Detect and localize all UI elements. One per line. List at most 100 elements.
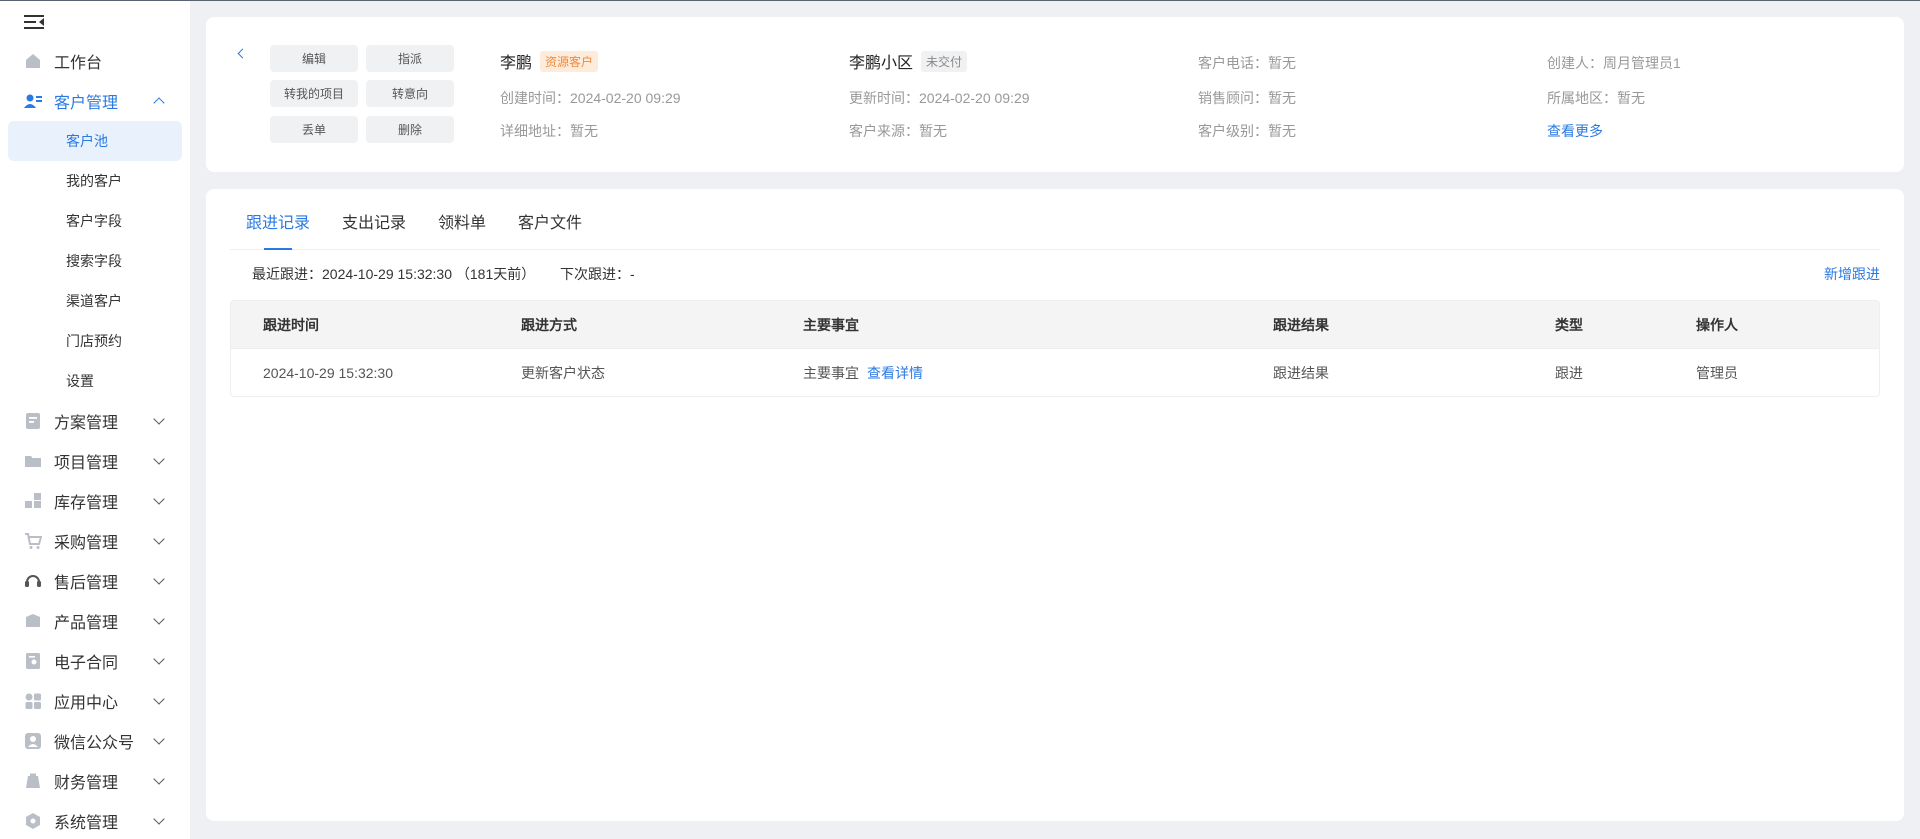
follow-result-cell: 跟进结果 bbox=[1273, 364, 1329, 381]
created-time: 创建时间：2024-02-20 09:29 bbox=[500, 90, 681, 106]
sidebar-subitem-label: 客户池 bbox=[66, 133, 108, 149]
sidebar-item-label: 客户管理 bbox=[54, 95, 119, 112]
delete-button[interactable]: 删除 bbox=[366, 116, 454, 143]
add-follow-button[interactable]: 新增跟进 bbox=[1824, 264, 1880, 284]
sidebar-item-label: 采购管理 bbox=[54, 535, 119, 552]
customer-name-line: 李鹏 资源客户 bbox=[500, 49, 599, 73]
wechat-icon bbox=[24, 732, 42, 750]
sidebar-subitem-my-customers[interactable]: 我的客户 bbox=[8, 161, 182, 201]
column-header: 操作人 bbox=[1696, 316, 1738, 333]
sales-advisor: 销售顾问：暂无 bbox=[1198, 90, 1296, 106]
follow-time-cell: 2024-10-29 15:32:30 bbox=[263, 364, 393, 381]
follow-records-card: 跟进记录 支出记录 领料单 客户文件 最近跟进：2024-10-29 15:32… bbox=[206, 189, 1904, 821]
view-detail-link[interactable]: 查看详情 bbox=[867, 363, 923, 383]
sidebar-subitem-channel-customers[interactable]: 渠道客户 bbox=[8, 281, 182, 321]
chevron-down-icon bbox=[154, 536, 164, 546]
sidebar-item-label: 系统管理 bbox=[54, 815, 119, 832]
sidebar-item-label: 财务管理 bbox=[54, 775, 119, 792]
customer-phone: 客户电话：暂无 bbox=[1198, 55, 1296, 71]
follow-method-cell: 更新客户状态 bbox=[521, 364, 605, 381]
cart-icon bbox=[24, 532, 42, 550]
inventory-icon bbox=[24, 492, 42, 510]
sidebar-item-label: 项目管理 bbox=[54, 455, 119, 472]
sidebar-item-project-mgmt[interactable]: 项目管理 bbox=[8, 441, 182, 481]
main-matter-cell: 主要事宜 查看详情 bbox=[803, 349, 923, 396]
chevron-down-icon bbox=[154, 776, 164, 786]
next-follow: 下次跟进：- bbox=[560, 266, 635, 282]
tab-expense-records[interactable]: 支出记录 bbox=[342, 209, 406, 233]
settings-icon bbox=[24, 812, 42, 830]
back-chevron-icon[interactable] bbox=[236, 49, 246, 59]
sidebar-item-label: 微信公众号 bbox=[54, 735, 135, 752]
chevron-down-icon bbox=[154, 416, 164, 426]
tabs-divider bbox=[230, 249, 1880, 250]
chevron-down-icon bbox=[154, 816, 164, 826]
sidebar-item-e-contract[interactable]: 电子合同 bbox=[8, 641, 182, 681]
chevron-down-icon bbox=[154, 736, 164, 746]
tab-customer-files[interactable]: 客户文件 bbox=[518, 209, 582, 233]
customer-level: 客户级别：暂无 bbox=[1198, 123, 1296, 139]
chevron-down-icon bbox=[154, 456, 164, 466]
sidebar-subitem-label: 渠道客户 bbox=[66, 293, 122, 309]
sidebar-subitem-label: 设置 bbox=[66, 373, 94, 389]
column-header: 跟进方式 bbox=[521, 316, 577, 333]
sidebar-item-label: 应用中心 bbox=[54, 695, 119, 712]
window-top-border bbox=[0, 0, 1920, 1]
sidebar-subitem-label: 搜索字段 bbox=[66, 253, 122, 269]
chevron-down-icon bbox=[154, 616, 164, 626]
folder-icon bbox=[24, 452, 42, 470]
active-tab-indicator bbox=[264, 248, 292, 250]
delivery-status-badge: 未交付 bbox=[921, 50, 968, 72]
sidebar-subitem-label: 客户字段 bbox=[66, 213, 122, 229]
headset-icon bbox=[24, 572, 42, 590]
sidebar-subitem-label: 我的客户 bbox=[66, 173, 122, 189]
community-line: 李鹏小区 未交付 bbox=[849, 49, 968, 73]
edit-button[interactable]: 编辑 bbox=[270, 45, 358, 72]
tab-follow-records[interactable]: 跟进记录 bbox=[246, 209, 310, 233]
sidebar-subitem-customer-fields[interactable]: 客户字段 bbox=[8, 201, 182, 241]
creator: 创建人：周月管理员1 bbox=[1547, 55, 1681, 71]
view-more-link[interactable]: 查看更多 bbox=[1547, 121, 1603, 141]
sidebar-item-label: 库存管理 bbox=[54, 495, 119, 512]
sidebar-item-label: 工作台 bbox=[54, 55, 103, 72]
customer-source: 客户来源：暂无 bbox=[849, 123, 947, 139]
finance-icon bbox=[24, 772, 42, 790]
sidebar-subitem-customer-pool[interactable]: 客户池 bbox=[8, 121, 182, 161]
column-header: 类型 bbox=[1555, 316, 1583, 333]
assign-button[interactable]: 指派 bbox=[366, 45, 454, 72]
customer-icon bbox=[24, 92, 42, 110]
column-header: 主要事宜 bbox=[803, 316, 859, 333]
sidebar-item-purchase-mgmt[interactable]: 采购管理 bbox=[8, 521, 182, 561]
sidebar-item-label: 电子合同 bbox=[54, 655, 119, 672]
type-cell: 跟进 bbox=[1555, 364, 1583, 381]
follow-table: 跟进时间 跟进方式 主要事宜 跟进结果 类型 操作人 2024-10-29 15… bbox=[230, 300, 1880, 397]
tab-material-orders[interactable]: 领料单 bbox=[438, 209, 486, 233]
latest-follow: 最近跟进：2024-10-29 15:32:30 （181天前） bbox=[252, 266, 536, 282]
sidebar-subitem-settings[interactable]: 设置 bbox=[8, 361, 182, 401]
to-my-project-button[interactable]: 转我的项目 bbox=[270, 80, 358, 107]
address: 详细地址：暂无 bbox=[500, 123, 598, 139]
sidebar-item-workbench[interactable]: 工作台 bbox=[8, 41, 182, 81]
sidebar-item-app-center[interactable]: 应用中心 bbox=[8, 681, 182, 721]
to-intent-button[interactable]: 转意向 bbox=[366, 80, 454, 107]
sidebar-item-product-mgmt[interactable]: 产品管理 bbox=[8, 601, 182, 641]
contract-icon bbox=[24, 652, 42, 670]
menu-collapse-icon[interactable] bbox=[24, 13, 46, 31]
sidebar-item-label: 售后管理 bbox=[54, 575, 119, 592]
chevron-down-icon bbox=[154, 696, 164, 706]
sidebar-subitem-store-booking[interactable]: 门店预约 bbox=[8, 321, 182, 361]
sidebar-item-plan-mgmt[interactable]: 方案管理 bbox=[8, 401, 182, 441]
sidebar-item-inventory-mgmt[interactable]: 库存管理 bbox=[8, 481, 182, 521]
region: 所属地区：暂无 bbox=[1547, 90, 1645, 106]
drop-order-button[interactable]: 丢单 bbox=[270, 116, 358, 143]
sidebar-item-aftersales-mgmt[interactable]: 售后管理 bbox=[8, 561, 182, 601]
chevron-down-icon bbox=[154, 576, 164, 586]
sidebar-item-customer-mgmt[interactable]: 客户管理 bbox=[8, 81, 182, 121]
chevron-down-icon bbox=[154, 496, 164, 506]
sidebar-item-finance-mgmt[interactable]: 财务管理 bbox=[8, 761, 182, 801]
sidebar-item-wechat[interactable]: 微信公众号 bbox=[8, 721, 182, 761]
chevron-up-icon bbox=[154, 96, 164, 106]
column-header: 跟进结果 bbox=[1273, 316, 1329, 333]
sidebar-item-system-mgmt[interactable]: 系统管理 bbox=[8, 801, 182, 839]
sidebar-subitem-search-fields[interactable]: 搜索字段 bbox=[8, 241, 182, 281]
